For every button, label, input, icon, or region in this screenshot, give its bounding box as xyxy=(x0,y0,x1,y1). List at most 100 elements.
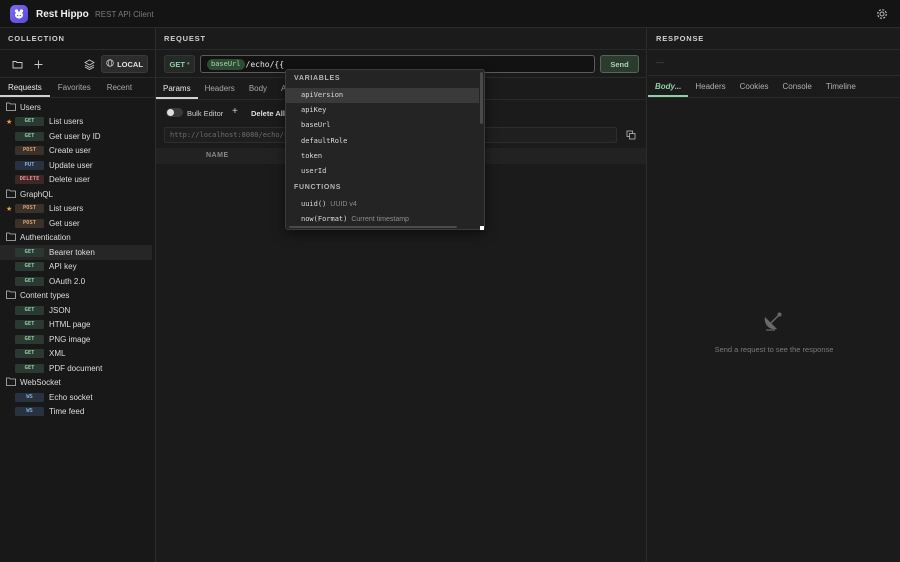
star-icon[interactable]: ★ xyxy=(6,118,12,126)
request-label: Time feed xyxy=(49,407,85,417)
collection-toolbar: LOCAL xyxy=(0,50,155,78)
variable-option[interactable]: userId xyxy=(286,164,479,179)
add-param-button[interactable]: + xyxy=(232,107,238,117)
title-bar: Rest Hippo REST API Client xyxy=(0,0,900,28)
method-badge: DELETE xyxy=(15,175,44,185)
tab-response-timeline[interactable]: Timeline xyxy=(819,76,863,97)
method-badge: WS xyxy=(15,407,44,417)
star-icon[interactable]: ★ xyxy=(6,205,12,213)
tab-response-console[interactable]: Console xyxy=(776,76,819,97)
functions-header: FUNCTIONS xyxy=(294,184,342,192)
column-name: NAME xyxy=(206,152,229,159)
popup-scrollbar[interactable] xyxy=(480,72,483,124)
request-label: XML xyxy=(49,349,66,359)
request-item[interactable]: ★ POST List users xyxy=(0,202,155,217)
request-item[interactable]: GET Get user by ID xyxy=(0,129,155,144)
folder-name: GraphQL xyxy=(20,189,53,199)
tab-response-body[interactable]: Body... xyxy=(648,76,689,97)
response-panel: RESPONSE — Body... Headers Cookies Conso… xyxy=(648,28,900,562)
folder-row[interactable]: GraphQL xyxy=(0,187,155,202)
request-label: Get user by ID xyxy=(49,131,101,141)
method-badge: POST xyxy=(15,146,44,156)
request-item[interactable]: GET JSON xyxy=(0,303,155,318)
environment-label: LOCAL xyxy=(117,59,143,69)
request-item[interactable]: POST Get user xyxy=(0,216,155,231)
folder-row[interactable]: Content types xyxy=(0,289,155,304)
request-item[interactable]: GET PNG image xyxy=(0,332,155,347)
empty-response-message: Send a request to see the response xyxy=(714,345,834,354)
request-item[interactable]: GET OAuth 2.0 xyxy=(0,274,155,289)
variable-option[interactable]: apiKey xyxy=(286,103,479,118)
plus-icon[interactable] xyxy=(33,59,44,70)
gear-icon[interactable] xyxy=(876,8,888,20)
folder-row[interactable]: Authentication xyxy=(0,231,155,246)
popup-resize-handle[interactable] xyxy=(480,226,484,230)
request-item[interactable]: WS Echo socket xyxy=(0,390,155,405)
app-title: Rest Hippo xyxy=(36,9,89,20)
tab-response-headers[interactable]: Headers xyxy=(688,76,732,97)
delete-all-button[interactable]: Delete All xyxy=(251,109,285,118)
tab-response-cookies[interactable]: Cookies xyxy=(733,76,776,97)
tab-favorites[interactable]: Favorites xyxy=(50,78,99,97)
request-label: Update user xyxy=(49,160,93,170)
variables-list: apiVersion apiKey baseUrl defaultRole token u… xyxy=(286,88,484,179)
request-item[interactable]: GET XML xyxy=(0,347,155,362)
chevron-down-icon: ▾ xyxy=(186,61,190,67)
tab-recent[interactable]: Recent xyxy=(99,78,140,97)
function-option[interactable]: uuid() UUID v4 xyxy=(286,197,479,212)
environment-button[interactable]: LOCAL xyxy=(101,55,148,73)
request-item[interactable]: POST Create user xyxy=(0,144,155,159)
request-item[interactable]: GET Bearer token xyxy=(0,245,152,260)
request-item[interactable]: GET HTML page xyxy=(0,318,155,333)
request-header: REQUEST xyxy=(156,28,646,50)
request-label: OAuth 2.0 xyxy=(49,276,86,286)
tab-headers[interactable]: Headers xyxy=(198,78,242,99)
folder-name: Content types xyxy=(20,291,70,301)
variable-option[interactable]: apiVersion xyxy=(286,88,479,104)
bulk-editor-toggle[interactable] xyxy=(166,108,183,117)
globe-icon xyxy=(106,59,114,69)
request-label: Bearer token xyxy=(49,247,95,257)
popup-horizontal-scrollbar[interactable] xyxy=(289,226,457,228)
request-item[interactable]: GET PDF document xyxy=(0,361,155,376)
collection-tree: Users ★ GET List users GET Get user by ID POST… xyxy=(0,98,155,419)
hippo-logo-icon xyxy=(10,5,28,23)
folder-row[interactable]: WebSocket xyxy=(0,376,155,391)
variable-option[interactable]: token xyxy=(286,149,479,164)
method-badge: GET xyxy=(15,262,44,272)
method-badge: GET xyxy=(15,276,44,286)
layers-icon[interactable] xyxy=(84,59,95,70)
folder-icon xyxy=(6,290,16,301)
function-detail: UUID v4 xyxy=(330,201,357,209)
function-detail: Current timestamp xyxy=(351,216,409,224)
request-item[interactable]: GET API key xyxy=(0,260,155,275)
collection-panel: COLLECTION LOCAL Requests Favorites Rece… xyxy=(0,28,156,562)
variable-option[interactable]: defaultRole xyxy=(286,134,479,149)
method-label: GET xyxy=(169,59,185,69)
request-item[interactable]: WS Time feed xyxy=(0,405,155,420)
send-button[interactable]: Send xyxy=(600,55,639,73)
folder-row[interactable]: Users xyxy=(0,100,155,115)
method-badge: GET xyxy=(15,320,44,330)
response-status: — xyxy=(648,50,900,76)
satellite-dish-icon xyxy=(760,308,786,334)
copy-icon[interactable] xyxy=(626,130,636,140)
method-badge: WS xyxy=(15,392,44,402)
app-subtitle: REST API Client xyxy=(95,10,154,19)
tab-requests[interactable]: Requests xyxy=(0,78,50,97)
request-item[interactable]: PUT Update user xyxy=(0,158,155,173)
variables-header: VARIABLES xyxy=(294,75,341,82)
status-placeholder: — xyxy=(656,58,664,67)
response-tabs: Body... Headers Cookies Console Timeline xyxy=(648,76,900,98)
request-item[interactable]: DELETE Delete user xyxy=(0,173,155,188)
request-label: JSON xyxy=(49,305,71,315)
folder-name: WebSocket xyxy=(20,378,61,388)
url-variable-chip[interactable]: baseUrl xyxy=(207,58,245,70)
method-select[interactable]: GET ▾ xyxy=(164,55,195,73)
tab-body[interactable]: Body xyxy=(242,78,274,99)
tab-params[interactable]: Params xyxy=(156,78,198,99)
variable-option[interactable]: baseUrl xyxy=(286,118,479,133)
folder-icon xyxy=(6,232,16,243)
request-item[interactable]: ★ GET List users xyxy=(0,115,155,130)
folder-icon[interactable] xyxy=(12,59,23,70)
